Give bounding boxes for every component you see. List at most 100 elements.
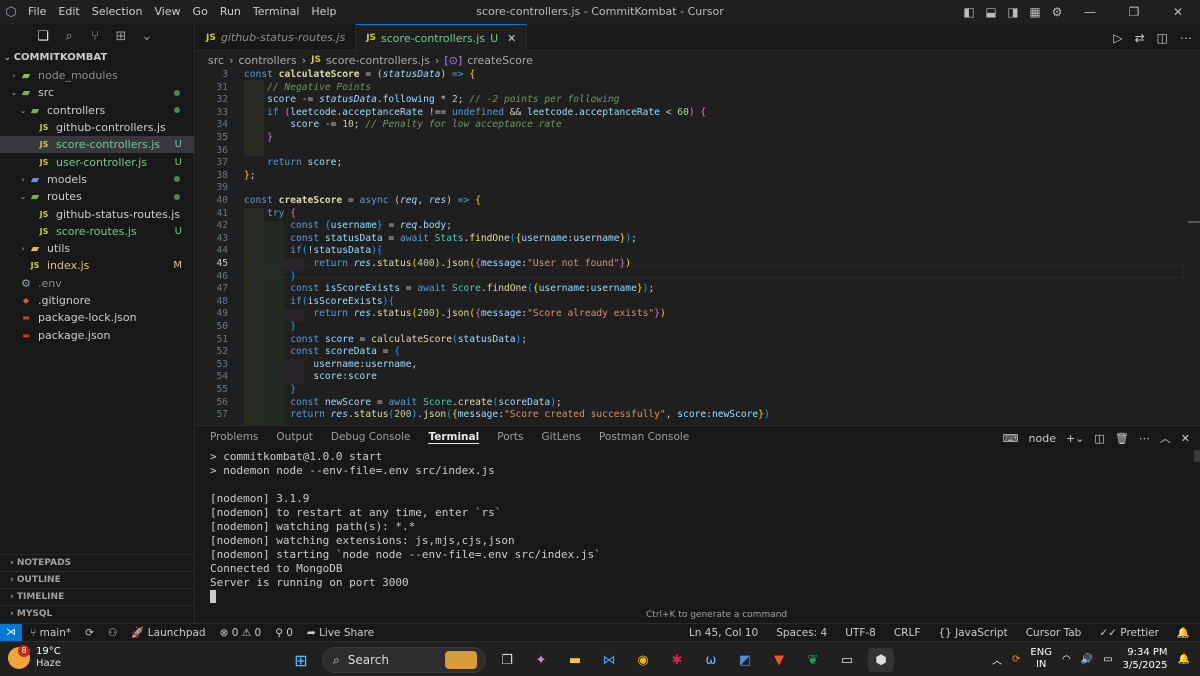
tree-item[interactable]: ⌄ ▰ src xyxy=(0,84,194,101)
toggle-secondary-sidebar-icon[interactable]: ◨ xyxy=(1002,5,1024,19)
editor-tab[interactable]: JS score-controllers.js U ✕ xyxy=(356,24,528,51)
more-actions-icon[interactable]: ⋯ xyxy=(1139,432,1150,445)
slack-app-icon[interactable]: ✱ xyxy=(664,648,690,672)
close-window-button[interactable]: ✕ xyxy=(1156,5,1200,19)
more-actions-icon[interactable]: ⋯ xyxy=(1180,31,1192,45)
menu-edit[interactable]: Edit xyxy=(52,0,85,24)
branch-indicator[interactable]: ⑂ main* xyxy=(30,627,71,639)
menu-help[interactable]: Help xyxy=(305,0,342,24)
problems-indicator[interactable]: ⊗ 0 ⚠ 0 xyxy=(220,627,262,639)
volume-icon[interactable]: 🔊 xyxy=(1081,654,1093,665)
menu-run[interactable]: Run xyxy=(214,0,247,24)
terminal-shell-label[interactable]: node xyxy=(1029,432,1056,445)
breadcrumb-file[interactable]: score-controllers.js xyxy=(326,54,430,67)
restore-button[interactable]: ❐ xyxy=(1112,5,1156,19)
explorer-header[interactable]: ⌄ COMMITKOMBAT xyxy=(0,49,194,67)
task-view-icon[interactable]: ❐ xyxy=(494,648,520,672)
line-ending[interactable]: CRLF xyxy=(894,627,921,639)
sync-tray-icon[interactable]: ⟳ xyxy=(1012,654,1020,665)
tree-item[interactable]: JS score-routes.js U xyxy=(0,223,194,240)
tree-item[interactable]: ⚙ .env xyxy=(0,275,194,292)
tree-item[interactable]: › ▰ node_modules xyxy=(0,67,194,84)
chevron-up-icon[interactable]: ︿ xyxy=(992,652,1002,667)
close-panel-icon[interactable]: ✕ xyxy=(1181,432,1190,445)
menu-file[interactable]: File xyxy=(22,0,52,24)
new-terminal-button[interactable]: +⌄ xyxy=(1066,432,1084,445)
language-mode[interactable]: {} JavaScript xyxy=(938,627,1007,639)
wifi-icon[interactable]: ◠ xyxy=(1062,654,1071,665)
search-icon[interactable]: ⌕ xyxy=(60,28,78,46)
section-mysql[interactable]: › MYSQL xyxy=(0,605,195,622)
cursor-position[interactable]: Ln 45, Col 10 xyxy=(689,627,758,639)
menu-terminal[interactable]: Terminal xyxy=(247,0,306,24)
breadcrumb-symbol[interactable]: createScore xyxy=(467,54,533,67)
tree-item[interactable]: JS user-controller.js U xyxy=(0,153,194,170)
weather-widget[interactable]: 8 19°C Haze xyxy=(8,645,61,670)
language-indicator[interactable]: ENG IN xyxy=(1030,647,1052,671)
layout-icon[interactable]: ▦ xyxy=(1024,5,1046,19)
tree-item[interactable]: ▬ package-lock.json xyxy=(0,309,194,326)
toggle-panel-icon[interactable]: ⬓ xyxy=(980,5,1002,19)
panel-tab-problems[interactable]: Problems xyxy=(210,431,258,443)
run-icon[interactable]: ▷ xyxy=(1113,31,1122,45)
scrollbar-thumb[interactable] xyxy=(1188,221,1200,223)
section-outline[interactable]: › OUTLINE xyxy=(0,571,195,588)
mongodb-app-icon[interactable]: ❦ xyxy=(800,648,826,672)
copilot-icon[interactable]: ⚇ xyxy=(108,627,117,639)
battery-icon[interactable]: ▭ xyxy=(1103,654,1112,665)
taskbar-search[interactable]: ⌕ Search xyxy=(322,647,486,673)
section-timeline[interactable]: › TIMELINE xyxy=(0,588,195,605)
split-editor-icon[interactable]: ◫ xyxy=(1157,31,1168,45)
panel-tab-output[interactable]: Output xyxy=(276,431,312,443)
menu-selection[interactable]: Selection xyxy=(86,0,149,24)
tree-item[interactable]: ◆ .gitignore xyxy=(0,292,194,309)
terminal-app-icon[interactable]: ▭ xyxy=(834,648,860,672)
tree-item[interactable]: JS score-controllers.js U xyxy=(0,136,194,154)
panel-tab-ports[interactable]: Ports xyxy=(497,431,523,443)
windows-start-icon[interactable]: ⊞ xyxy=(288,648,314,672)
breadcrumb-src[interactable]: src xyxy=(208,54,224,67)
extensions-icon[interactable]: ⊞ xyxy=(112,28,130,46)
source-control-icon[interactable]: ⑂ xyxy=(86,28,104,46)
tree-item[interactable]: JS github-controllers.js xyxy=(0,119,194,136)
panel-tab-debug-console[interactable]: Debug Console xyxy=(331,431,411,443)
notifications-bell-icon[interactable]: 🔔 xyxy=(1177,626,1190,639)
chrome-app-icon[interactable]: ◉ xyxy=(630,648,656,672)
tree-item[interactable]: ⌄ ▰ routes xyxy=(0,188,194,205)
encoding[interactable]: UTF-8 xyxy=(845,627,876,639)
copilot-app-icon[interactable]: ✦ xyxy=(528,648,554,672)
toggle-sidebar-icon[interactable]: ◧ xyxy=(958,5,980,19)
clock[interactable]: 9:34 PM 3/5/2025 xyxy=(1123,646,1168,672)
split-terminal-icon[interactable]: ◫ xyxy=(1094,432,1104,445)
tree-item[interactable]: ⌄ ▰ controllers xyxy=(0,102,194,119)
menu-view[interactable]: View xyxy=(148,0,186,24)
panel-tab-postman-console[interactable]: Postman Console xyxy=(599,431,689,443)
chevron-down-icon[interactable]: ⌄ xyxy=(138,28,156,46)
app-w-icon[interactable]: ω xyxy=(698,648,724,672)
indentation[interactable]: Spaces: 4 xyxy=(776,627,827,639)
tree-item[interactable]: JS index.js M xyxy=(0,257,194,274)
vscode-app-icon[interactable]: ⋈ xyxy=(596,648,622,672)
panel-tab-terminal[interactable]: Terminal xyxy=(428,431,480,444)
terminal-output[interactable]: > commitkombat@1.0.0 start > nodemon node… xyxy=(210,450,601,604)
editor-tab[interactable]: JS github-status-routes.js xyxy=(196,24,357,51)
prettier-status[interactable]: ✓✓ Prettier xyxy=(1099,627,1159,639)
compare-changes-icon[interactable]: ⇄ xyxy=(1135,31,1145,45)
panel-tab-gitlens[interactable]: GitLens xyxy=(542,431,581,443)
tree-item[interactable]: › ▰ models xyxy=(0,171,194,188)
notifications-icon[interactable]: 🔔 xyxy=(1178,654,1190,665)
maximize-panel-icon[interactable]: ︿ xyxy=(1160,430,1171,446)
breadcrumb-controllers[interactable]: controllers xyxy=(238,54,296,67)
ports-indicator[interactable]: ⚲ 0 xyxy=(275,627,293,639)
menu-go[interactable]: Go xyxy=(187,0,214,24)
section-notepads[interactable]: › NOTEPADS xyxy=(0,554,195,571)
minimize-button[interactable]: — xyxy=(1068,5,1112,19)
code-editor[interactable]: 3 31 32 33 34 35 36 37 38 39 40 41 42 43 44 45 46 47 48 49 5… xyxy=(196,69,1200,425)
remote-indicator-icon[interactable]: ⋊ xyxy=(0,623,22,642)
tree-item[interactable]: › ▰ utils xyxy=(0,240,194,257)
tree-item[interactable]: ▬ package.json xyxy=(0,326,194,343)
trash-icon[interactable]: 🗑 xyxy=(1115,432,1129,445)
cursor-tab[interactable]: Cursor Tab xyxy=(1026,627,1082,639)
launchpad-button[interactable]: 🚀 Launchpad xyxy=(131,626,205,639)
tree-item[interactable]: JS github-status-routes.js xyxy=(0,205,194,222)
